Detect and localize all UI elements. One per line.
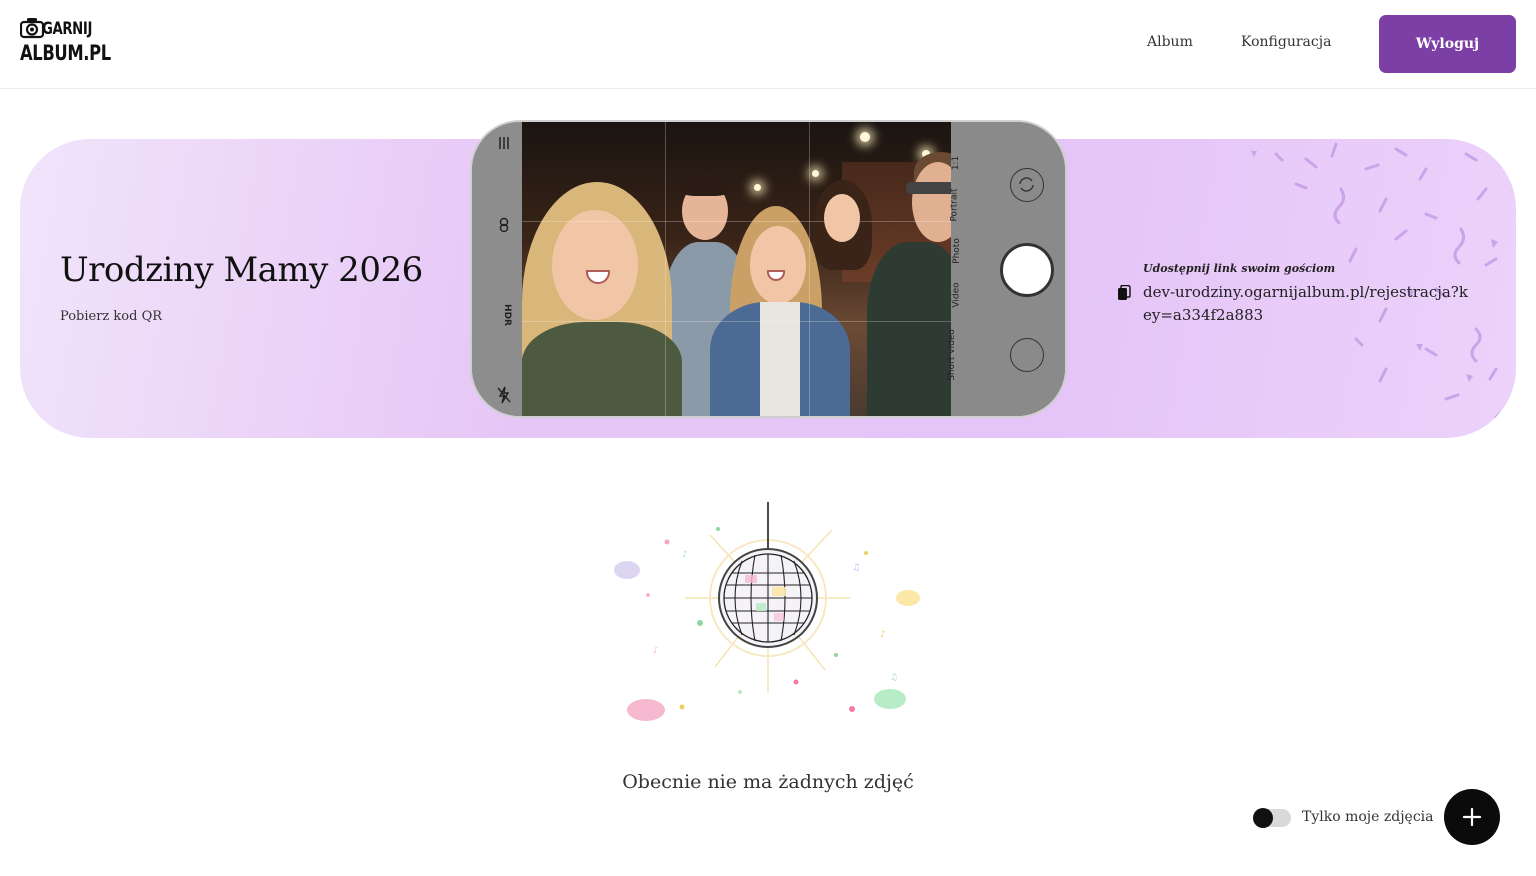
svg-text:HDR: HDR (502, 304, 512, 326)
only-my-photos-toggle[interactable] (1253, 808, 1291, 828)
copy-icon[interactable] (1117, 285, 1131, 301)
camera-icon (20, 18, 44, 39)
nav-album-link[interactable]: Album (1147, 34, 1193, 50)
switch-camera-icon (1010, 168, 1044, 202)
share-url[interactable]: dev-urodziny.ogarnijalbum.pl/rejestracja… (1143, 281, 1473, 327)
hdr-icon: HDR (502, 304, 512, 326)
download-qr-link[interactable]: Pobierz kod QR (60, 309, 162, 324)
gallery-thumbnail-icon (1010, 338, 1044, 372)
logout-button[interactable]: Wyloguj (1379, 15, 1516, 73)
only-my-photos-label: Tylko moje zdjęcia (1302, 809, 1434, 825)
plus-icon (1463, 808, 1481, 826)
timer-icon (499, 217, 509, 233)
phone-camera-mockup: HDR 1:1 Portrait Photo Video Short video (470, 120, 1067, 418)
shutter-button (1000, 243, 1054, 297)
logo[interactable]: GARNIJ ALBUM.PL (20, 16, 111, 68)
empty-state-message: Obecnie nie ma żadnych zdjęć (622, 771, 914, 793)
mode-label-1-1: 1:1 (951, 155, 962, 171)
mode-label-portrait: Portrait (949, 188, 960, 222)
logo-text-bottom: ALBUM.PL (20, 41, 111, 65)
mode-label-short-video: Short video (946, 329, 957, 381)
party-photo (522, 122, 953, 416)
svg-text:♫: ♫ (852, 563, 860, 573)
flash-off-icon (497, 386, 511, 404)
toggle-knob (1253, 808, 1273, 828)
svg-text:♪: ♪ (682, 550, 688, 560)
event-title: Urodziny Mamy 2026 (60, 250, 423, 290)
svg-text:♪: ♪ (880, 630, 886, 640)
svg-text:♫: ♫ (890, 673, 898, 683)
logo-text-top: GARNIJ (42, 19, 92, 39)
add-photo-button[interactable] (1444, 789, 1500, 845)
mode-label-photo: Photo (951, 238, 962, 264)
top-header: GARNIJ ALBUM.PL Album Konfiguracja Wylog… (0, 0, 1536, 89)
phone-left-toolbar: HDR (472, 122, 522, 416)
share-link-label: Udostępnij link swoim gościom (1143, 262, 1336, 275)
nav-configuration-link[interactable]: Konfiguracja (1241, 34, 1331, 50)
mode-label-video: Video (951, 282, 962, 308)
disco-ball-illustration: ♪ ♫ ♪ ♪ ♫ (614, 502, 920, 721)
svg-text:♪: ♪ (653, 646, 659, 656)
menu-icon (499, 137, 509, 149)
